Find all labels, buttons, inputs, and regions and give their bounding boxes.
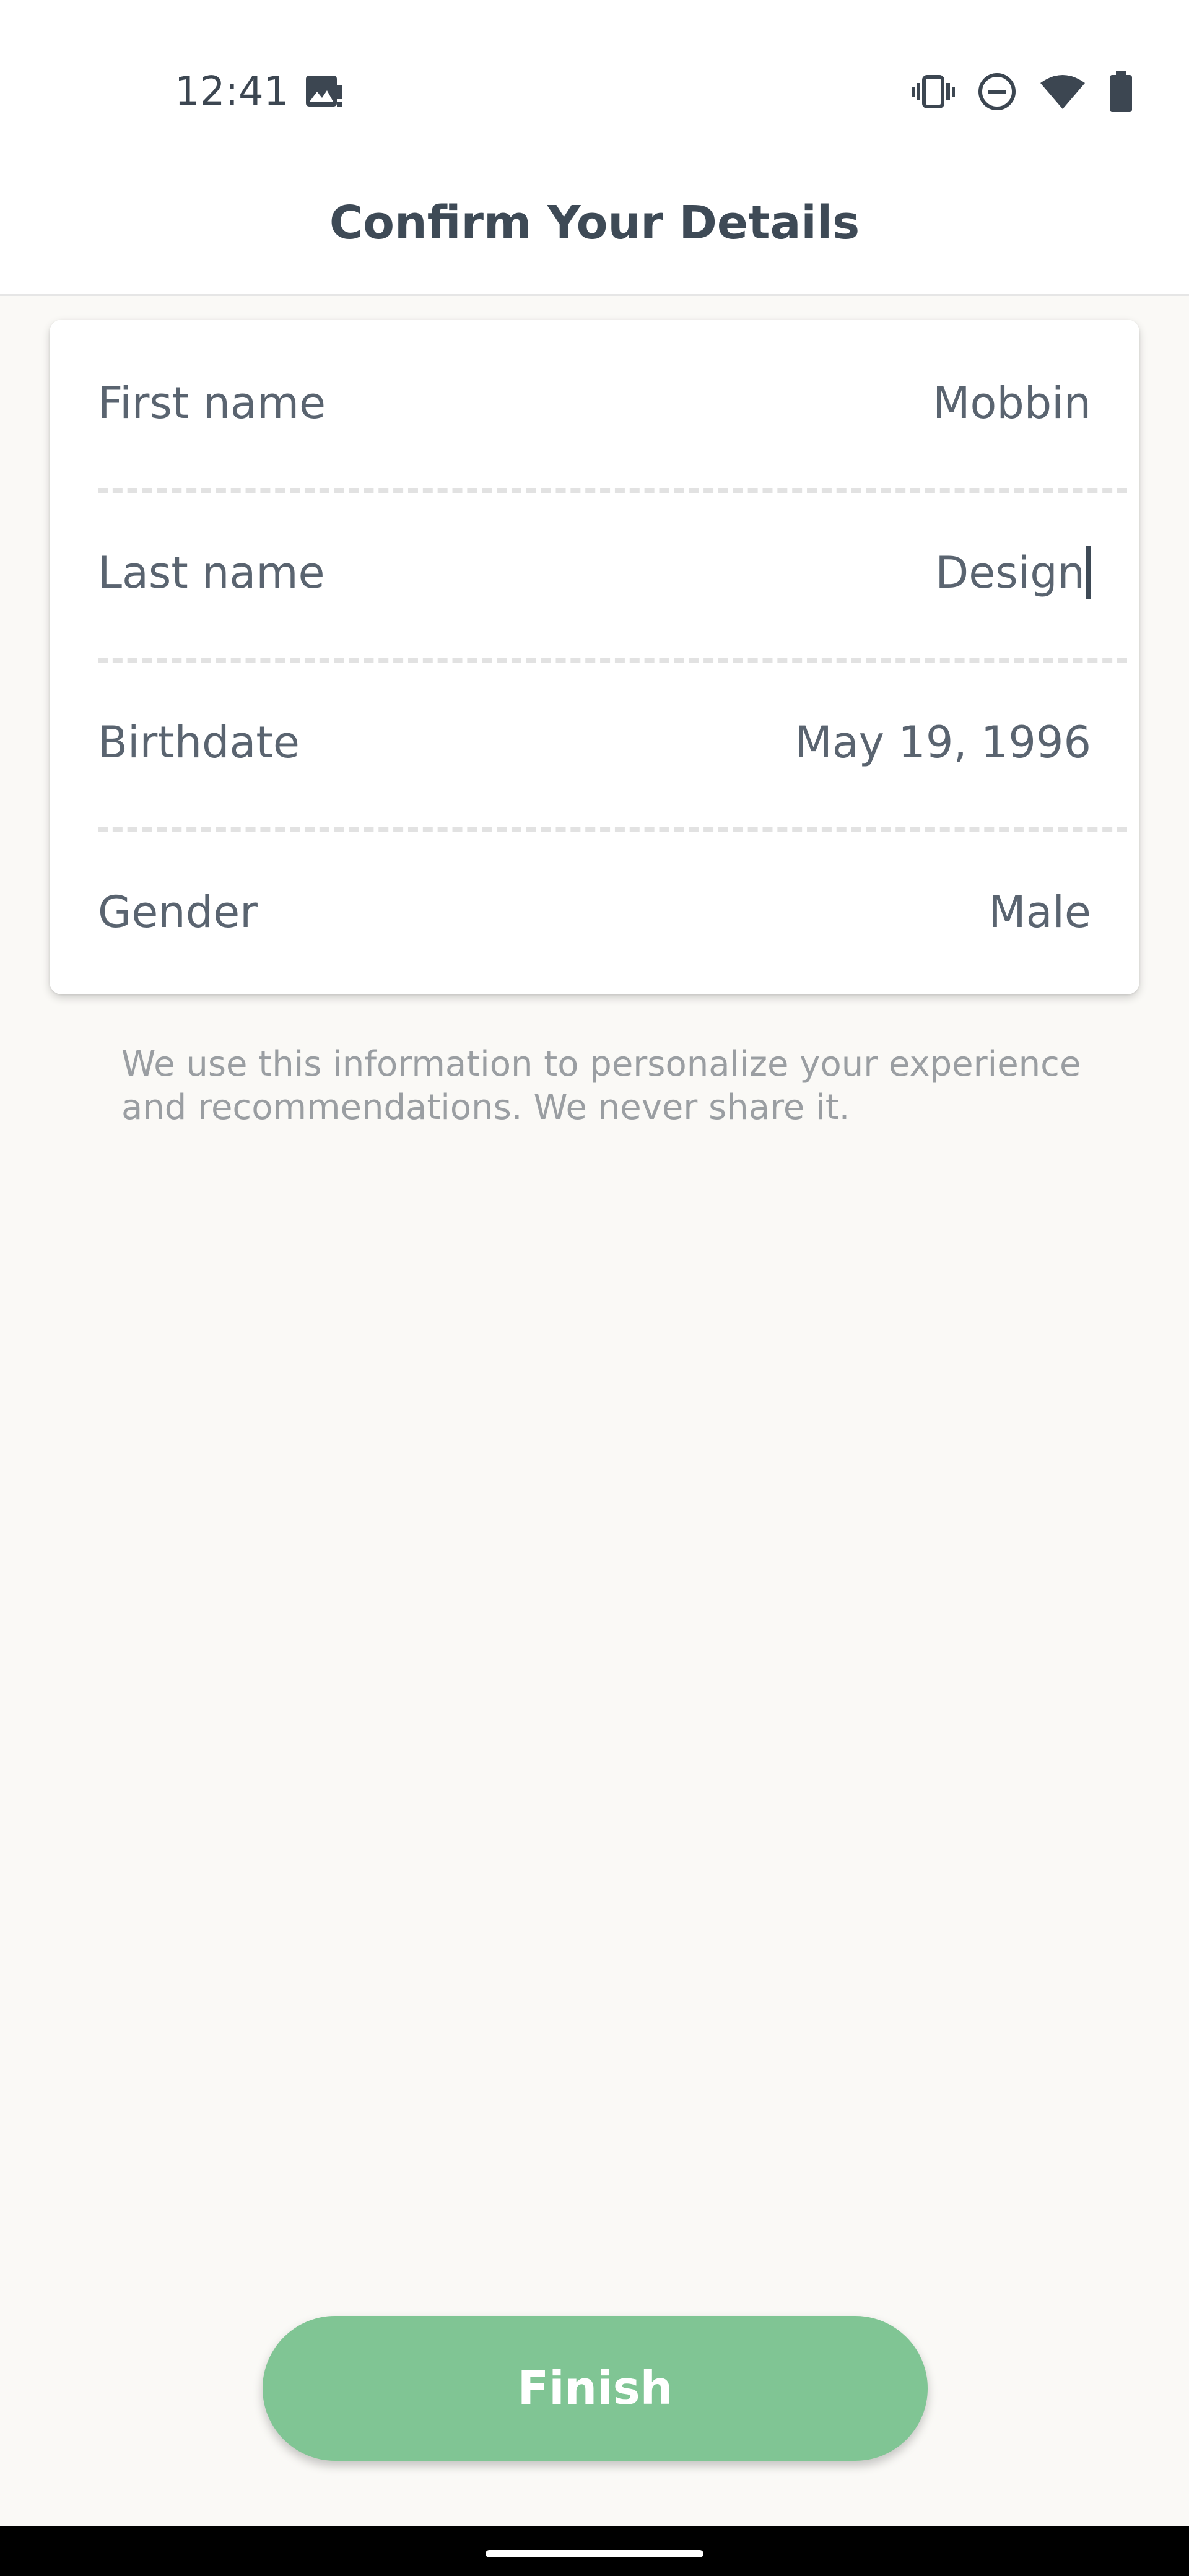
wifi-icon (1040, 75, 1085, 109)
last-name-row[interactable]: Last name Design (98, 489, 1091, 659)
finish-button[interactable]: Finish (263, 2316, 928, 2461)
gender-value[interactable]: Male (988, 878, 1091, 946)
last-name-value: Design (935, 547, 1085, 598)
first-name-value[interactable]: Mobbin (933, 369, 1091, 437)
home-indicator[interactable] (486, 2550, 703, 2557)
finish-button-label: Finish (517, 2362, 673, 2415)
status-icons (912, 67, 1133, 116)
gender-label: Gender (98, 887, 258, 938)
battery-icon (1110, 71, 1132, 112)
do-not-disturb-icon (978, 73, 1016, 110)
birthdate-row[interactable]: Birthdate May 19, 1996 (98, 659, 1091, 829)
navigation-bar (0, 2526, 1189, 2576)
last-name-label: Last name (98, 547, 325, 598)
text-cursor (1086, 546, 1091, 599)
status-time: 12:41 (175, 69, 289, 115)
gender-row[interactable]: Gender Male (98, 829, 1091, 998)
birthdate-value[interactable]: May 19, 1996 (795, 708, 1091, 777)
status-bar: 12:41 (0, 0, 1189, 149)
first-name-label: First name (98, 378, 326, 429)
details-card: First name Mobbin Last name Design Birth… (50, 320, 1139, 994)
app-header: Confirm Your Details (0, 149, 1189, 296)
photo-notification-icon (306, 76, 342, 107)
page-title: Confirm Your Details (329, 196, 860, 250)
first-name-row[interactable]: First name Mobbin (98, 320, 1091, 489)
last-name-input[interactable]: Design (935, 539, 1091, 607)
vibrate-icon (912, 75, 955, 108)
birthdate-label: Birthdate (98, 717, 300, 768)
privacy-info-text: We use this information to personalize y… (121, 1044, 1081, 1128)
